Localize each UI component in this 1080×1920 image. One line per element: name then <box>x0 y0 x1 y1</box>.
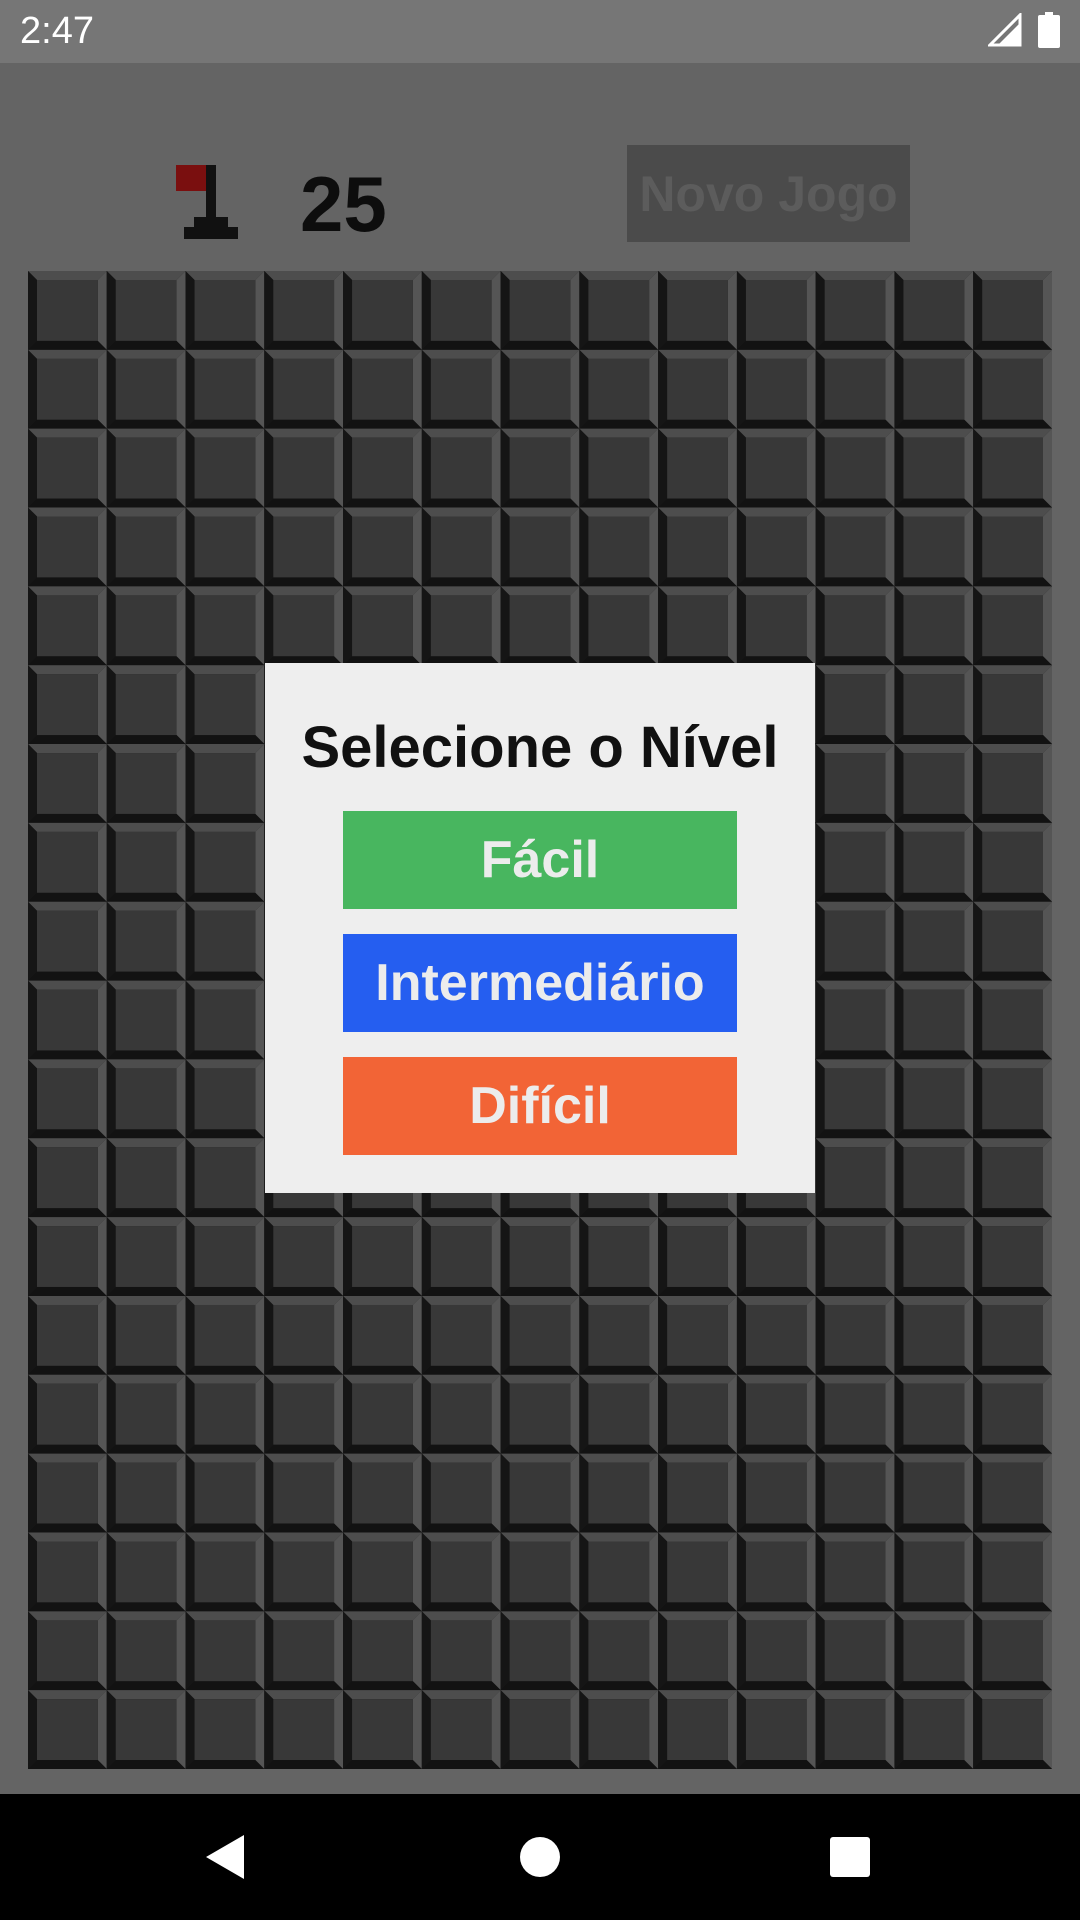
level-dialog: Selecione o Nível Fácil Intermediário Di… <box>265 663 815 1193</box>
intermediate-button[interactable]: Intermediário <box>343 934 737 1032</box>
easy-button[interactable]: Fácil <box>343 811 737 909</box>
hard-button[interactable]: Difícil <box>343 1057 737 1155</box>
dialog-title: Selecione o Nível <box>301 715 779 780</box>
